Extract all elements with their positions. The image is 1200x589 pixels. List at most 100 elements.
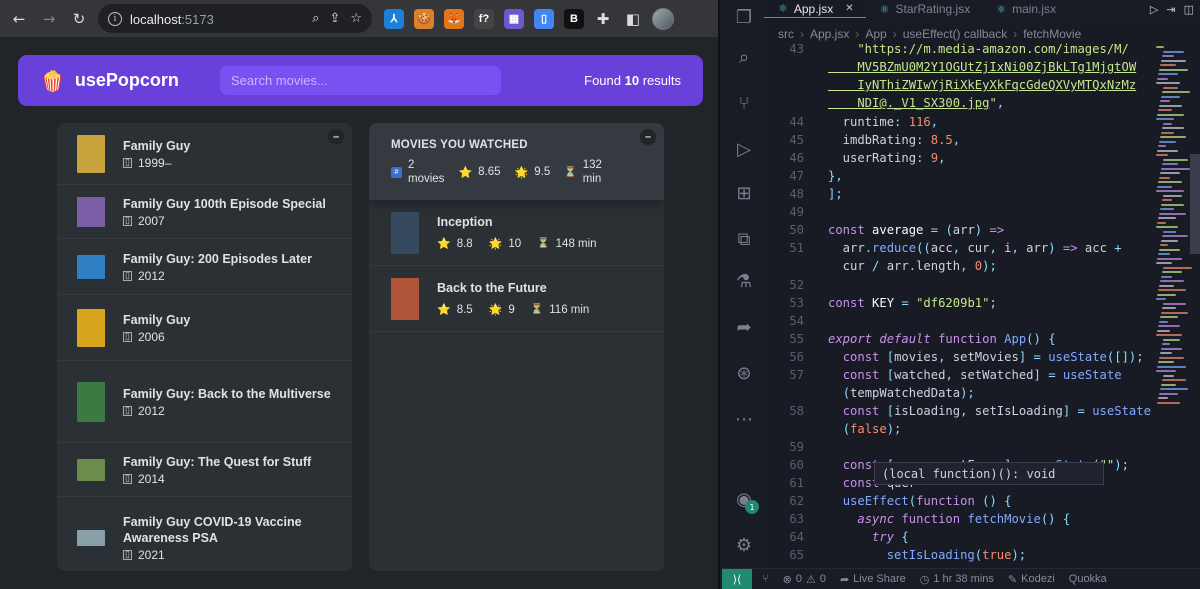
watched-runtime-value: 116 min <box>549 303 590 316</box>
minimap[interactable] <box>1154 42 1192 568</box>
extension-a-icon[interactable]: ⅄ <box>384 8 404 29</box>
git-graph-icon[interactable]: ⊛ <box>733 362 755 384</box>
vscode-window: ❐ ⌕ ⑂ ▷ ⊞ ⧉ ⚗ ➦ ⊛ ⋯ ◉ 1 ⚙ ⚛ App.jsx ✕ ⚛ Star… <box>722 0 1200 589</box>
movie-item[interactable]: Family Guy: Back to the Multiverse ▯ 2012 <box>57 361 352 443</box>
watched-list: Inception ⭐ 8.8 🌟 10 ⏳ 148 min Back to the Futu… <box>369 200 664 332</box>
user-star-icon: 🌟 <box>488 304 503 316</box>
problems-status[interactable]: ⊗ 0 ⚠ 0 <box>783 573 826 586</box>
minimap-line <box>1162 163 1178 165</box>
minimap-line <box>1159 248 1180 251</box>
tab-label: main.jsx <box>1012 2 1057 16</box>
breadcrumb-separator: › <box>855 27 860 41</box>
remote-indicator-icon[interactable]: ⟩⟨ <box>722 568 752 589</box>
extension-cookie-icon[interactable]: 🍪 <box>414 8 434 29</box>
watched-title: Back to the Future <box>437 281 547 295</box>
minimap-line <box>1160 64 1176 66</box>
testing-icon[interactable]: ⚗ <box>733 270 755 292</box>
movie-year-value: 2012 <box>138 268 165 283</box>
bookmark-star-icon[interactable]: ☆ <box>350 11 362 26</box>
logo-text: usePopcorn <box>74 70 179 90</box>
remote-explorer-icon[interactable]: ⧉ <box>733 228 755 250</box>
close-tab-icon[interactable]: ✕ <box>845 3 853 14</box>
side-panel-icon[interactable]: ◧ <box>622 8 644 30</box>
breadcrumb-item[interactable]: fetchMovie <box>1023 27 1081 41</box>
watched-imdb-value: 8.8 <box>456 237 473 250</box>
address-bar[interactable]: i localhost:5173 ⌕ ⇪ ☆ <box>98 4 372 33</box>
profile-avatar[interactable] <box>652 7 674 30</box>
minimap-line <box>1162 91 1190 93</box>
more-icon[interactable]: ⋯ <box>733 408 755 430</box>
minimap-line <box>1161 239 1178 242</box>
extension-grid-icon[interactable]: ▦ <box>504 8 524 29</box>
extension-fox-icon[interactable]: 🦊 <box>444 8 464 29</box>
run-icon[interactable]: ▷ <box>1150 3 1158 16</box>
share-icon[interactable]: ⇪ <box>329 11 340 26</box>
back-arrow-icon[interactable]: ← <box>8 8 30 30</box>
settings-gear-icon[interactable]: ⚙ <box>733 534 755 556</box>
minimap-line <box>1158 289 1186 291</box>
user-star-icon: 🌟 <box>514 166 529 179</box>
time-tracker-status[interactable]: ◷ 1 hr 38 mins <box>920 573 994 586</box>
run-debug-icon[interactable]: ▷ <box>733 138 755 160</box>
minimap-line <box>1160 208 1174 210</box>
collapse-results-button[interactable]: – <box>328 129 344 145</box>
minimap-line <box>1162 307 1176 309</box>
source-control-icon[interactable]: ⑂ <box>733 92 755 114</box>
extension-fx-icon[interactable]: f? <box>474 8 494 29</box>
live-share-icon[interactable]: ➦ <box>733 316 755 338</box>
explorer-icon[interactable]: ❐ <box>733 6 755 28</box>
code-editor[interactable]: 43 "https://m.media-amazon.com/images/M/… <box>764 42 1154 568</box>
breadcrumb-item[interactable]: App <box>865 27 886 41</box>
movie-item[interactable]: Family Guy ▯ 1999– <box>57 123 352 185</box>
watched-imdb-value: 8.5 <box>456 303 473 316</box>
minimap-line <box>1162 379 1186 381</box>
minimap-line <box>1157 293 1176 296</box>
movie-results-box: – Family Guy ▯ 1999– Family Guy 100th Episo… <box>57 123 352 571</box>
minimap-line <box>1156 154 1168 156</box>
puzzle-extensions-icon[interactable]: ✚ <box>592 8 614 30</box>
quokka-status[interactable]: Quokka <box>1069 573 1107 585</box>
tab-main-jsx[interactable]: ⚛ main.jsx <box>982 0 1068 18</box>
user-star-icon: 🌟 <box>488 238 503 250</box>
minimap-line <box>1161 59 1186 62</box>
movie-item[interactable]: Family Guy 100th Episode Special ▯ 2007 <box>57 185 352 239</box>
watched-item[interactable]: Inception ⭐ 8.8 🌟 10 ⏳ 148 min <box>369 200 664 266</box>
minimap-line <box>1156 226 1178 228</box>
breadcrumb-item[interactable]: useEffect() callback <box>903 27 1008 41</box>
summary-runtime-value: 132 <box>582 159 602 171</box>
minimap-line <box>1156 262 1172 264</box>
collapse-watched-button[interactable]: – <box>640 129 656 145</box>
kodezi-status[interactable]: ✎ Kodezi <box>1008 573 1055 586</box>
branch-icon[interactable]: ⑂ <box>762 573 769 585</box>
extension-b-icon[interactable]: B <box>564 8 584 29</box>
search-icon[interactable]: ⌕ <box>733 46 755 68</box>
live-share-status[interactable]: ➦ Live Share <box>840 573 906 586</box>
extensions-icon[interactable]: ⊞ <box>733 182 755 204</box>
breadcrumb-item[interactable]: App.jsx <box>810 27 849 41</box>
forward-arrow-icon[interactable]: → <box>38 8 60 30</box>
zoom-icon[interactable]: ⌕ <box>312 11 319 26</box>
open-changes-icon[interactable]: ⇥ <box>1166 3 1175 16</box>
calendar-icon: ▯ <box>123 405 132 416</box>
watched-item[interactable]: Back to the Future ⭐ 8.5 🌟 9 ⏳ 116 min <box>369 266 664 332</box>
editor-scrollbar[interactable] <box>1190 154 1200 254</box>
watched-user: 🌟 9 <box>488 303 515 317</box>
minimap-line <box>1157 257 1182 260</box>
split-editor-icon[interactable]: ◫ <box>1184 3 1194 16</box>
tab-app-jsx[interactable]: ⚛ App.jsx ✕ <box>764 0 866 18</box>
breadcrumb-item[interactable]: src <box>778 27 794 41</box>
movie-item[interactable]: Family Guy: 200 Episodes Later ▯ 2012 <box>57 239 352 295</box>
site-info-icon[interactable]: i <box>108 11 122 26</box>
search-input[interactable] <box>220 66 501 95</box>
results-prefix: Found <box>584 73 625 88</box>
tab-starrating-jsx[interactable]: ⚛ StarRating.jsx <box>866 0 983 18</box>
movie-year-value: 1999– <box>138 155 172 170</box>
extension-doc-icon[interactable]: ▯ <box>534 8 554 29</box>
reload-icon[interactable]: ↻ <box>68 8 90 30</box>
minimap-line <box>1162 127 1184 129</box>
movie-item[interactable]: Family Guy COVID-19 Vaccine Awareness PS… <box>57 497 352 571</box>
watched-runtime-value: 148 min <box>555 237 597 250</box>
summary-user: 🌟 9.5 <box>515 166 551 179</box>
movie-item[interactable]: Family Guy ▯ 2006 <box>57 295 352 361</box>
movie-item[interactable]: Family Guy: The Quest for Stuff ▯ 2014 <box>57 443 352 497</box>
